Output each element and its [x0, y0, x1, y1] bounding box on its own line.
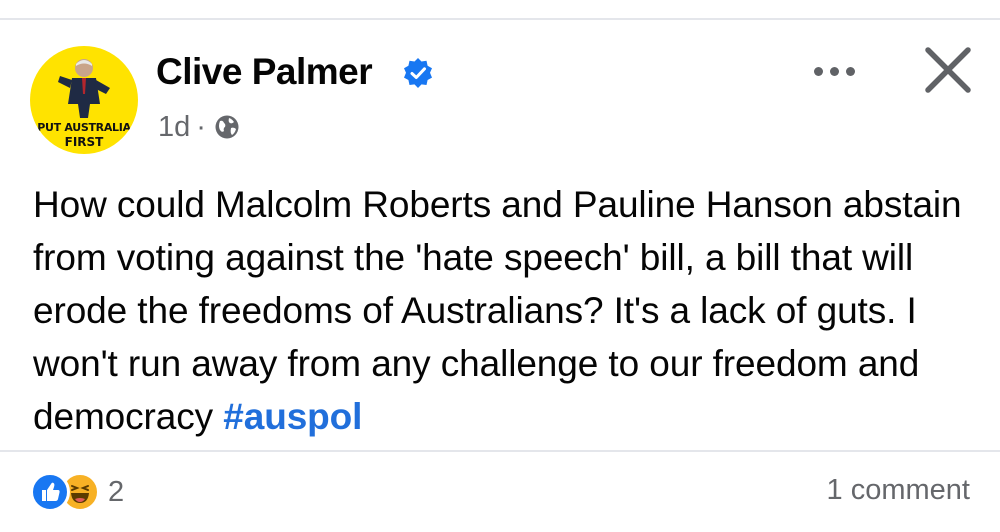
more-dot — [813, 66, 823, 76]
avatar-slogan-top: PUT AUSTRALIA — [37, 121, 131, 134]
close-icon[interactable] — [920, 42, 976, 98]
top-divider — [0, 18, 1000, 20]
avatar-slogan-bottom: FIRST — [64, 135, 104, 149]
more-options-button[interactable] — [806, 58, 862, 84]
more-dot — [845, 66, 855, 76]
like-icon — [30, 472, 70, 512]
avatar[interactable]: PUT AUSTRALIA FIRST — [30, 46, 138, 154]
reactions-summary[interactable]: 2 — [30, 472, 124, 512]
post-time[interactable]: 1d — [158, 110, 190, 144]
bottom-divider — [0, 450, 1000, 452]
verified-badge-icon — [404, 58, 432, 88]
meta-separator: · — [196, 111, 206, 143]
post-text: How could Malcolm Roberts and Pauline Ha… — [33, 184, 962, 437]
more-dot — [829, 66, 839, 76]
comments-count-link[interactable]: 1 comment — [827, 474, 970, 507]
reaction-count: 2 — [108, 475, 125, 508]
author-name[interactable]: Clive Palmer — [156, 48, 373, 96]
hashtag-link[interactable]: #auspol — [223, 396, 362, 437]
globe-icon[interactable] — [214, 114, 240, 140]
post-body: How could Malcolm Roberts and Pauline Ha… — [33, 178, 983, 443]
post-meta: 1d · — [158, 110, 240, 144]
